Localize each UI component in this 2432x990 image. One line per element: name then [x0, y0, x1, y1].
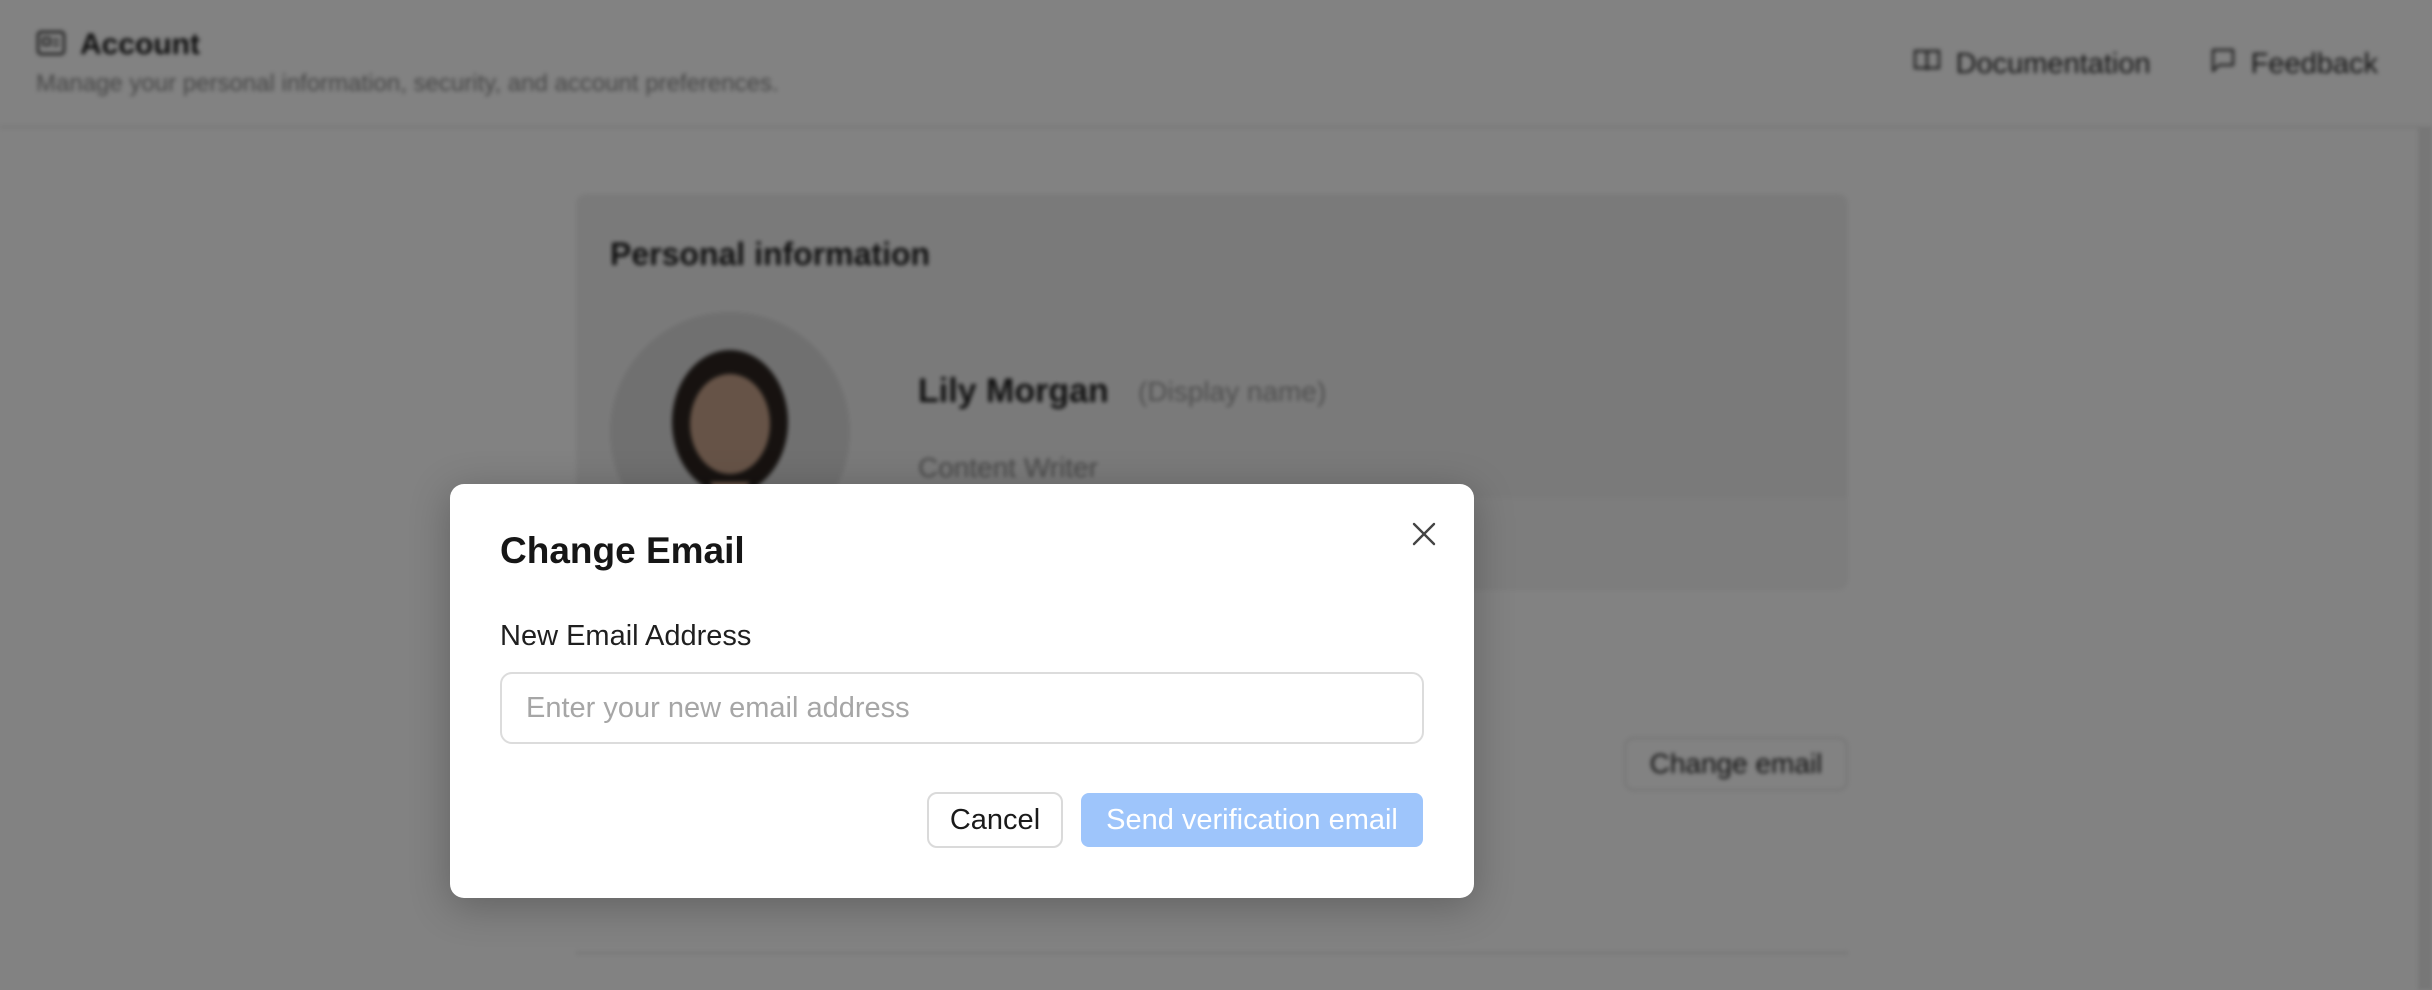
change-email-dialog: Change Email New Email Address Cancel Se… — [450, 484, 1474, 898]
close-button[interactable] — [1404, 514, 1444, 554]
close-icon — [1412, 522, 1436, 546]
new-email-label: New Email Address — [500, 620, 752, 652]
new-email-input[interactable] — [500, 672, 1424, 744]
dialog-title: Change Email — [500, 530, 745, 571]
send-verification-button[interactable]: Send verification email — [1081, 793, 1423, 847]
cancel-button[interactable]: Cancel — [927, 792, 1063, 848]
